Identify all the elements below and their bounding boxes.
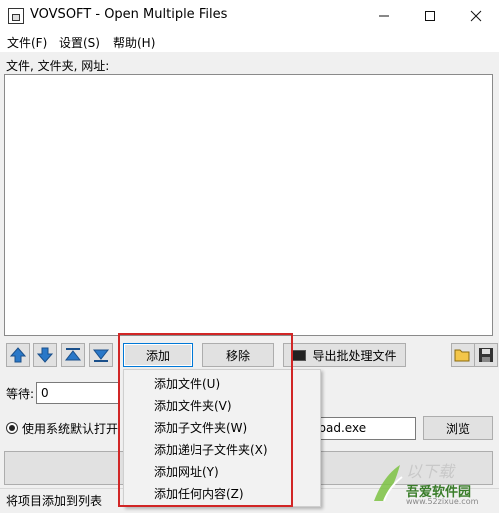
- menu-settings[interactable]: 设置(S): [59, 34, 100, 51]
- app-icon: [8, 8, 24, 24]
- status-text: 将项目添加到列表: [6, 494, 103, 508]
- list-label: 文件, 文件夹, 网址:: [6, 59, 110, 73]
- maximize-icon: [425, 10, 435, 21]
- save-icon: [479, 348, 493, 362]
- browse-button[interactable]: 浏览: [423, 416, 493, 440]
- watermark: 以下载 吾爱软件园 www.52zixue.com: [366, 455, 496, 507]
- wait-input[interactable]: 0: [36, 382, 120, 404]
- executable-path-input[interactable]: epad.exe: [306, 417, 416, 440]
- minimize-icon: [379, 15, 389, 16]
- wait-label: 等待:: [6, 387, 35, 401]
- svg-text:以下载: 以下载: [406, 462, 456, 481]
- menu-help[interactable]: 帮助(H): [113, 34, 155, 51]
- console-icon: [292, 349, 307, 361]
- close-icon: [470, 10, 482, 21]
- move-bottom-button[interactable]: [89, 343, 113, 367]
- file-list[interactable]: [4, 74, 493, 336]
- export-batch-label: 导出批处理文件: [312, 348, 397, 363]
- folder-open-icon: [454, 349, 470, 362]
- menu-file[interactable]: 文件(F): [7, 34, 47, 51]
- open-list-button[interactable]: [451, 343, 475, 367]
- highlight-box: [118, 333, 293, 507]
- watermark-url: www.52zixue.com: [406, 497, 479, 506]
- close-button[interactable]: [453, 0, 499, 31]
- default-open-radio[interactable]: [6, 422, 18, 434]
- save-list-button[interactable]: [474, 343, 498, 367]
- move-up-button[interactable]: [6, 343, 30, 367]
- default-open-label: 使用系统默认打开: [22, 422, 119, 436]
- minimize-button[interactable]: [361, 0, 407, 31]
- arrow-up-icon: [9, 347, 27, 363]
- maximize-button[interactable]: [407, 0, 453, 31]
- move-top-button[interactable]: [61, 343, 85, 367]
- move-bottom-icon: [92, 349, 110, 362]
- move-down-button[interactable]: [33, 343, 57, 367]
- window-title: VOVSOFT - Open Multiple Files: [30, 7, 228, 22]
- move-top-icon: [64, 348, 82, 361]
- arrow-down-icon: [36, 347, 54, 363]
- export-batch-button[interactable]: 导出批处理文件: [283, 343, 406, 367]
